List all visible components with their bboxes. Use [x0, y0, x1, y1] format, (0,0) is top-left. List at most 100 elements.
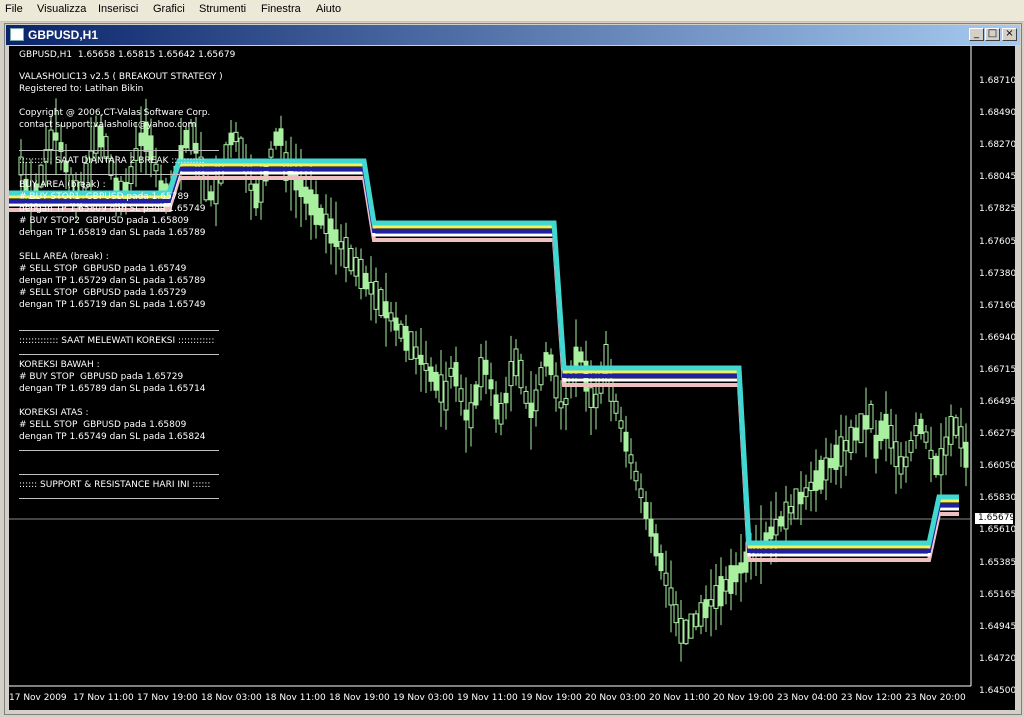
x-axis-tick: 20 Nov 19:00 [713, 693, 774, 703]
candle-body [233, 131, 239, 143]
y-axis-tick: 1.67605 [979, 236, 1015, 247]
candle-body [963, 441, 969, 468]
candle-body [793, 488, 799, 520]
candle-body [733, 565, 739, 583]
candle-body [318, 207, 324, 226]
candle-body [663, 572, 669, 586]
candle-body [503, 392, 509, 404]
candle-body [398, 323, 404, 339]
y-axis-tick: 1.66050 [979, 461, 1015, 472]
candle-body [138, 132, 144, 147]
candle-body [308, 189, 314, 216]
menu-visualizza[interactable]: Visualizza [37, 3, 86, 15]
price-chart[interactable]: GBPUSD,H1 1.65658 1.65815 1.65642 1.6567… [9, 46, 1015, 710]
y-axis-tick: 1.66495 [979, 397, 1015, 407]
candle-body [268, 148, 274, 158]
candle-body [328, 218, 334, 244]
candle-body [543, 352, 549, 367]
menu-finestra[interactable]: Finestra [261, 3, 301, 15]
buy-area-line: dengan TP 1.65819 dan SL pada 1.65789 [19, 228, 206, 238]
y-axis-tick: 1.68270 [979, 140, 1015, 151]
menu-bar: File Visualizza Inserisci Grafici Strume… [0, 0, 1024, 22]
candle-body [608, 378, 614, 402]
candle-body [158, 180, 164, 193]
candle-body [928, 449, 934, 460]
candle-body [858, 413, 864, 444]
candle-body [943, 436, 949, 456]
close-button[interactable]: × [1002, 28, 1017, 41]
maximize-button[interactable]: □ [985, 28, 1000, 41]
koreksi-bawah-line: # BUY STOP GBPUSD pada 1.65729 [19, 372, 184, 382]
candle-body [578, 351, 584, 363]
window-titlebar[interactable]: GBPUSD,H1 _ □ × [6, 25, 1020, 45]
x-axis-tick: 20 Nov 11:00 [649, 693, 710, 703]
candle-body [458, 388, 464, 402]
candle-body [478, 357, 484, 388]
y-axis-tick: 1.67825 [979, 204, 1015, 215]
y-axis-tick: 1.65830 [979, 493, 1015, 504]
buy-area-line: # BUY STOP2 GBPUSD pada 1.65809 [19, 216, 189, 226]
y-axis-tick: 1.67160 [979, 300, 1015, 311]
x-axis-tick: 19 Nov 19:00 [521, 693, 582, 703]
menu-inserisci[interactable]: Inserisci [98, 3, 138, 15]
section-between-break: ::::::::::: SAAT DIANTARA 2 BREAK ::::::… [19, 156, 205, 166]
candle-body [333, 229, 339, 247]
candle-body [523, 390, 529, 404]
menu-grafici[interactable]: Grafici [153, 3, 185, 15]
candle-body [728, 565, 734, 594]
y-axis-tick: 1.68710 [979, 76, 1015, 86]
candle-body [313, 194, 319, 225]
candle-body [713, 585, 719, 609]
candle-body [708, 599, 714, 607]
koreksi-bawah-line: KOREKSI BAWAH : [19, 360, 100, 370]
x-axis-tick: 17 Nov 11:00 [73, 693, 134, 703]
separator [19, 354, 219, 355]
candle-body [698, 602, 704, 627]
candle-body [273, 131, 279, 146]
candle-body [693, 613, 699, 628]
menu-aiuto[interactable]: Aiuto [316, 3, 341, 15]
candle-body [473, 384, 479, 406]
menu-file[interactable]: File [5, 3, 23, 15]
candle-body [403, 325, 409, 351]
candle-body [298, 179, 304, 198]
candle-body [48, 129, 54, 151]
sell-area-line: dengan TP 1.65729 dan SL pada 1.65789 [19, 276, 206, 286]
candle-body [468, 402, 474, 429]
candle-body [828, 458, 834, 469]
info-line-1: VALASHOLIC13 v2.5 ( BREAKOUT STRATEGY ) [19, 72, 223, 82]
menu-strumenti[interactable]: Strumenti [199, 3, 246, 15]
candle-body [408, 331, 414, 360]
candle-body [613, 400, 619, 414]
candle-body [553, 375, 559, 399]
x-axis-tick: 17 Nov 19:00 [137, 693, 198, 703]
candle-body [653, 533, 659, 557]
separator [19, 498, 219, 499]
candle-body [643, 502, 649, 519]
separator [19, 450, 219, 451]
candle-body [338, 241, 344, 250]
sell-area-line: dengan TP 1.65719 dan SL pada 1.65749 [19, 300, 206, 310]
candle-body [343, 237, 349, 268]
candle-body [193, 142, 199, 154]
candle-body [538, 367, 544, 386]
candle-body [358, 258, 364, 289]
candle-body [518, 359, 524, 389]
candle-body [703, 599, 709, 619]
candle-body [838, 436, 844, 467]
section-support-resistance: :::::: SUPPORT & RESISTANCE HARI INI :::… [19, 480, 211, 490]
candle-body [253, 183, 259, 209]
candle-body [773, 518, 779, 536]
y-axis-tick: 1.64500 [979, 685, 1015, 696]
minimize-button[interactable]: _ [969, 28, 984, 41]
candle-body [378, 289, 384, 317]
x-axis-tick: 19 Nov 03:00 [393, 693, 454, 703]
candle-body [848, 426, 854, 453]
candle-body [683, 619, 689, 645]
x-axis-tick: 23 Nov 20:00 [905, 693, 966, 703]
candle-body [738, 562, 744, 574]
candle-body [548, 354, 554, 376]
candle-body [428, 366, 434, 382]
candle-body [798, 491, 804, 505]
koreksi-atas-line: dengan TP 1.65749 dan SL pada 1.65824 [19, 432, 206, 442]
